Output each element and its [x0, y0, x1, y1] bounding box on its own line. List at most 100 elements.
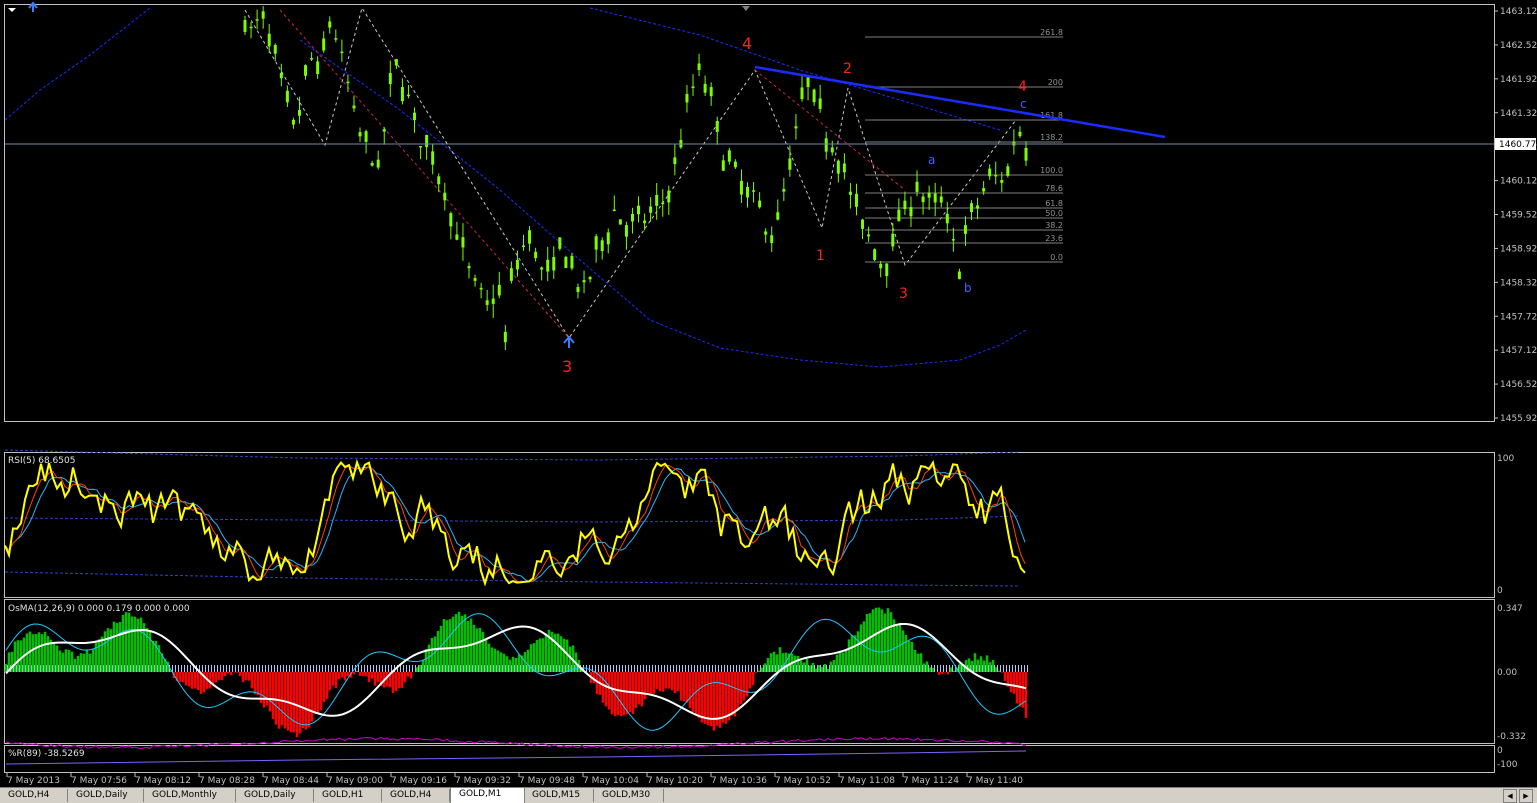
candle-body	[606, 232, 610, 245]
rsi-band-upper	[4, 449, 1021, 461]
candle-body	[552, 257, 556, 271]
chart-tab[interactable]: GOLD,Daily	[236, 789, 314, 802]
candle-body	[582, 280, 586, 283]
candle-body	[764, 231, 768, 235]
candle-body	[800, 87, 804, 99]
candle-body	[830, 147, 834, 153]
shift-marker-icon[interactable]	[742, 6, 750, 11]
candle-body	[782, 188, 786, 192]
rsi-ma-fast	[4, 464, 1026, 583]
chart-tab[interactable]: GOLD,Monthly	[144, 789, 236, 802]
candle-body	[776, 212, 780, 220]
candle-body	[733, 161, 737, 168]
chart-tab[interactable]: GOLD,H4	[0, 789, 68, 802]
candle-body	[673, 157, 677, 165]
rsi-y-label: 0	[1497, 586, 1503, 596]
candle-body	[957, 271, 961, 280]
candle-body	[340, 51, 344, 54]
tab-scroll-left-icon[interactable]: ◀	[1503, 789, 1517, 803]
chart-tab[interactable]: GOLD,H4	[382, 789, 450, 802]
candle-body	[291, 119, 295, 125]
candle-body	[509, 268, 513, 281]
x-tick-label: 7 May 08:44	[263, 776, 319, 786]
candle-body	[727, 150, 731, 162]
chart-tab[interactable]: GOLD,Daily	[68, 789, 144, 802]
candle-body	[570, 255, 574, 269]
candle-body	[661, 202, 665, 205]
fib-level-label: 138.2	[1040, 133, 1063, 142]
candle-body	[770, 235, 774, 244]
chart-tab[interactable]: GOLD,M1	[450, 787, 525, 803]
candle-body	[249, 26, 253, 29]
candle-body	[891, 233, 895, 247]
candle-body	[612, 209, 616, 212]
candle-body	[370, 162, 374, 166]
candle-body	[400, 87, 404, 102]
candle-body	[794, 126, 798, 129]
candle-body	[739, 180, 743, 195]
williams-label: %R(89) -38.5269	[8, 749, 85, 759]
wave-label-1: 1	[816, 248, 825, 264]
candle-body	[951, 239, 955, 241]
candle-body	[497, 284, 501, 296]
candle-body	[564, 256, 568, 269]
rsi-band-mid	[4, 515, 1021, 523]
candle-body	[503, 331, 507, 343]
fib-level-label: 100.0	[1040, 166, 1063, 175]
candle-body	[473, 278, 477, 281]
osma-y-label: -0.332	[1497, 732, 1526, 742]
fib-level-label: 50.0	[1045, 209, 1063, 218]
channel-line	[279, 9, 570, 339]
candle-body	[655, 194, 659, 206]
fib-level-label: 38.2	[1045, 221, 1063, 230]
wave-label-a: a	[928, 153, 935, 167]
candle-body	[637, 205, 641, 215]
osma-panel-frame	[4, 599, 1495, 744]
candle-body	[703, 83, 707, 93]
chart-area[interactable]: 261.8200161.8138.2100.078.661.850.038.22…	[0, 0, 1537, 787]
candle-body	[328, 21, 332, 28]
candle-body	[285, 90, 289, 103]
candle-body	[909, 207, 913, 217]
x-tick-label: 7 May 10:52	[775, 776, 831, 786]
menu-triangle-icon[interactable]	[8, 8, 16, 12]
candle-body	[824, 138, 828, 152]
wave-label-b: b	[964, 281, 972, 295]
candle-body	[927, 192, 931, 198]
candle-body	[358, 132, 362, 137]
candle-body	[988, 168, 992, 177]
trendline[interactable]	[754, 65, 1166, 139]
wave-label-c: c	[1020, 97, 1027, 111]
chart-tab[interactable]: GOLD,H1	[314, 789, 382, 802]
price-panel-frame	[4, 4, 1495, 422]
candle-body	[879, 263, 883, 269]
candle-body	[310, 58, 314, 60]
candle-body	[515, 259, 519, 270]
candle-body	[715, 121, 719, 132]
candle-body	[788, 158, 792, 170]
rsi-ma-slow	[4, 467, 1026, 583]
x-tick-label: 7 May 11:08	[839, 776, 895, 786]
candle-body	[812, 89, 816, 103]
williams-line	[5, 736, 1027, 750]
candle-body	[752, 190, 756, 192]
fib-level-label: 261.8	[1040, 28, 1063, 37]
osma-y-label: 0.00	[1497, 668, 1517, 678]
candle-body	[588, 276, 592, 280]
candle-body	[304, 65, 308, 76]
candle-body	[921, 196, 925, 203]
candle-body	[346, 81, 350, 84]
candle-body	[467, 265, 471, 269]
tab-scroll-right-icon[interactable]: ▶	[1519, 789, 1533, 803]
fib-level-label: 0.0	[1050, 253, 1063, 262]
chart-tab[interactable]: GOLD,M30	[594, 789, 664, 802]
candle-body	[897, 209, 901, 222]
williams-y-label: 0	[1497, 746, 1503, 756]
candle-body	[758, 200, 762, 208]
y-tick-label: 1460.12	[1500, 177, 1537, 187]
candle-body	[243, 20, 247, 32]
chart-tab[interactable]: GOLD,M15	[524, 789, 594, 802]
candle-body	[376, 159, 380, 168]
rsi-y-label: 100	[1497, 454, 1514, 464]
y-tick-label: 1458.92	[1500, 244, 1537, 254]
